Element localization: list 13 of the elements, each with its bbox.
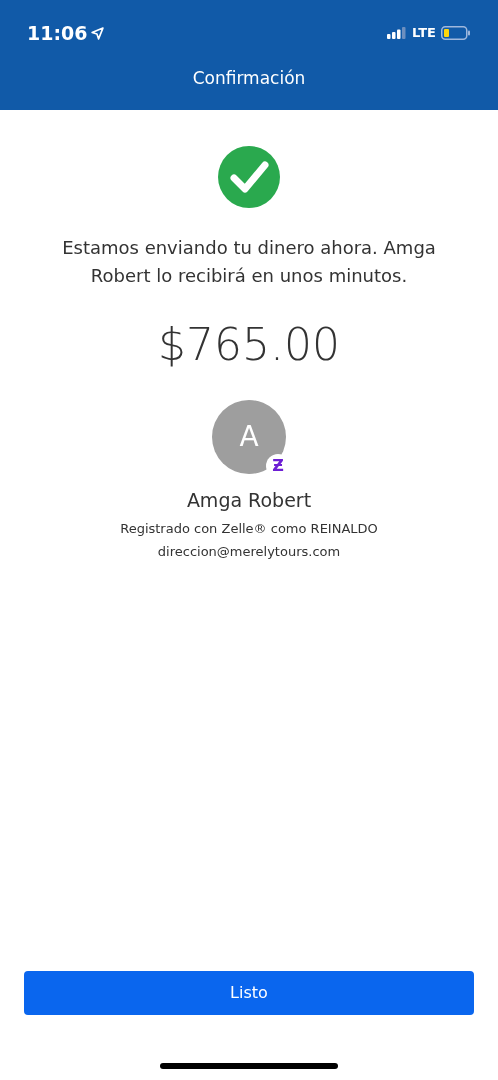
status-time: 11:06 (27, 20, 88, 46)
registration-text: Registrado con Zelle® como REINALDO (120, 519, 378, 538)
amount-text: $765.00 (158, 318, 340, 372)
battery-icon (441, 26, 471, 40)
confirmation-message: Estamos enviando tu dinero ahora. Amga Robert lo recibirá en unos minutos. (61, 236, 437, 288)
done-button[interactable]: Listo (24, 971, 474, 1015)
recipient-email: direccion@merelytours.com (157, 543, 341, 561)
header-title: Confirmación (192, 67, 306, 91)
network-label: LTE (412, 24, 436, 43)
signal-icon (387, 27, 408, 39)
recipient-name: Amga Robert (186, 488, 312, 513)
location-arrow-icon (91, 26, 105, 40)
check-icon (218, 146, 280, 208)
